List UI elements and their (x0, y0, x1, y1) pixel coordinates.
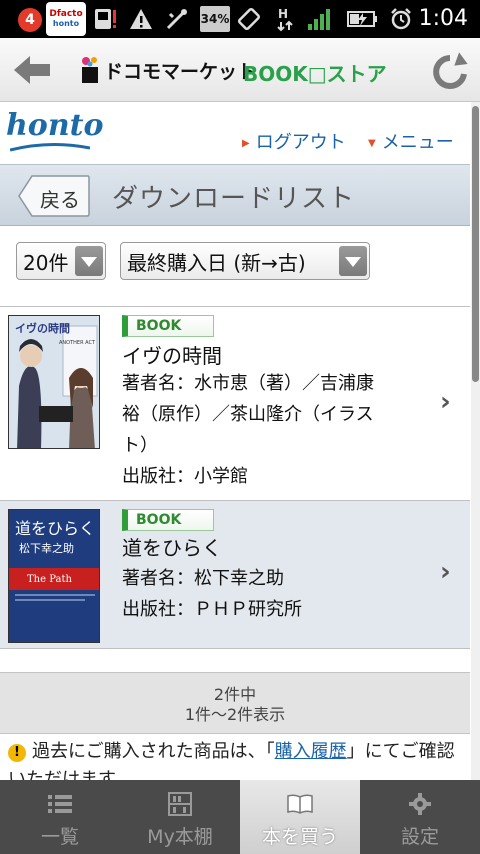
battery-percent: 34% (200, 6, 230, 32)
list-item[interactable]: 道をひらく 松下幸之助 The Path BOOK 道をひらく 著者名：松下幸之… (0, 500, 470, 648)
warning-icon (128, 5, 154, 33)
signal-strength-icon (306, 5, 336, 33)
logout-link[interactable]: ▶ ログアウト (242, 128, 346, 154)
book-store-logo: BOOK□ストア (243, 62, 387, 86)
list-item[interactable]: イヴの時間 ANOTHER ACT BOOK イヴの時間 著者名：水市恵（著）／… (0, 306, 470, 500)
open-book-icon (287, 794, 313, 814)
result-range: 1件〜2件表示 (184, 705, 286, 724)
book-author: 著者名：水市恵（著）／吉浦康 裕（原作）／茶山隆介（イラス ト） 出版社：小学館 (122, 368, 422, 492)
status-bar: 4 Dfacto honto 34% H 1:04 (0, 0, 480, 38)
tab-buy-books[interactable]: 本を買う (240, 780, 360, 854)
page-title: ダウンロードリスト (112, 184, 356, 214)
book-type-badge: BOOK (122, 315, 214, 337)
honto-logo: honto (6, 108, 104, 143)
tab-list[interactable]: 一覧 (0, 780, 120, 854)
back-arrow-icon[interactable] (10, 52, 54, 88)
svg-text:ANOTHER ACT: ANOTHER ACT (59, 340, 96, 346)
svg-text:松下幸之助: 松下幸之助 (19, 541, 74, 555)
back-button[interactable]: 戻る (18, 175, 90, 217)
svg-text:イヴの時間: イヴの時間 (15, 321, 70, 335)
book-title: 道をひらく (122, 536, 222, 560)
scrollbar-thumb[interactable] (472, 106, 479, 382)
book-cover-image: 道をひらく 松下幸之助 The Path (8, 509, 100, 643)
tab-settings[interactable]: 設定 (360, 780, 480, 854)
battery-charging-icon (346, 5, 380, 33)
svg-text:道をひらく: 道をひらく (15, 519, 95, 538)
purchase-history-link[interactable]: 購入履歴 (275, 741, 347, 762)
result-total: 2件中 (213, 685, 257, 704)
dropdown-arrow-icon (75, 246, 103, 276)
svg-text:H: H (278, 7, 288, 21)
chevron-right-icon: › (440, 557, 451, 587)
title-bar: 戻る ダウンロードリスト (0, 164, 470, 226)
count-select[interactable]: 20件 (16, 242, 106, 280)
scrollbar[interactable] (471, 102, 480, 782)
store-name: ドコモマーケット (104, 60, 257, 83)
book-type-badge: BOOK (122, 509, 214, 531)
chevron-right-icon: › (440, 387, 451, 417)
rotate-icon (236, 5, 262, 33)
clock-time: 1:04 (418, 6, 468, 31)
divider (0, 648, 470, 649)
docomo-market-icon (80, 55, 100, 85)
bottom-tab-bar: 一覧 My本棚 本を買う 設定 (0, 780, 480, 854)
exclamation-icon: ! (8, 744, 26, 762)
usb-tethering-icon (164, 5, 190, 33)
list-icon (48, 795, 72, 813)
sd-card-alert-icon (92, 5, 118, 33)
svg-text:The Path: The Path (27, 574, 72, 585)
triangle-down-icon: ▼ (368, 137, 376, 149)
book-author: 著者名：松下幸之助 出版社：ＰＨＰ研究所 (122, 563, 422, 625)
dropdown-arrow-icon (339, 246, 367, 276)
result-count-box: 2件中 1件〜2件表示 (0, 672, 470, 734)
notification-count-badge: 4 (18, 8, 42, 32)
book-title: イヴの時間 (122, 344, 222, 368)
docomo-market-logo: ドコモマーケット (80, 50, 256, 90)
book-cover-image: イヴの時間 ANOTHER ACT (8, 315, 100, 449)
book-publisher: 出版社：小学館 (122, 466, 248, 487)
refresh-icon[interactable] (428, 52, 472, 92)
book-publisher: 出版社：ＰＨＰ研究所 (122, 599, 302, 620)
honto-swoosh-decoration (10, 142, 90, 152)
gear-icon (409, 793, 431, 815)
menu-link[interactable]: ▼ メニュー (368, 128, 454, 154)
hsdpa-data-icon: H (274, 5, 298, 33)
tab-my-bookshelf[interactable]: My本棚 (120, 780, 240, 854)
sort-select[interactable]: 最終購入日 (新→古) (120, 242, 370, 280)
app-header: ドコモマーケット BOOK□ストア (0, 38, 480, 102)
bookshelf-icon (168, 792, 192, 816)
dfacto-app-icon: Dfacto honto (46, 2, 86, 36)
triangle-icon: ▶ (242, 137, 250, 149)
alarm-clock-icon (388, 5, 414, 33)
